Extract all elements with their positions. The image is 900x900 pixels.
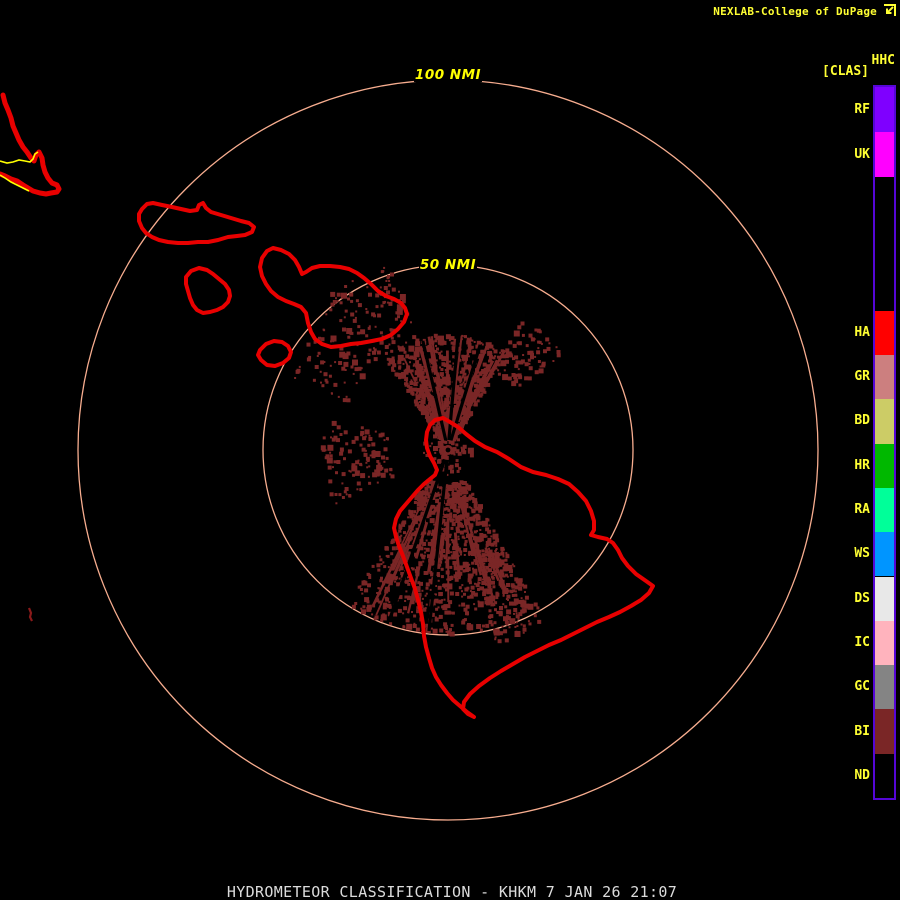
legend-label-gc: GC bbox=[854, 679, 870, 695]
coastline-layer bbox=[0, 92, 655, 719]
ring-label-50nmi-text: 50 NMI bbox=[420, 257, 476, 273]
legend-swatch-ra bbox=[875, 487, 894, 533]
legend-swatch-bi bbox=[875, 709, 894, 754]
legend-swatch-bd bbox=[875, 399, 894, 444]
oahu-boundary-2 bbox=[0, 174, 30, 192]
legend-swatch-uk bbox=[875, 132, 894, 178]
legend-label-nd: ND bbox=[854, 767, 870, 783]
legend-swatch-hr bbox=[875, 443, 894, 488]
ring-label-100nmi-text: 100 NMI bbox=[415, 67, 481, 83]
legend-swatch-nd bbox=[875, 753, 894, 798]
radar-map: 100 NMI 50 NMI bbox=[0, 67, 819, 821]
legend-label-bi: BI bbox=[854, 723, 870, 739]
island-maui bbox=[258, 246, 409, 349]
brand-link[interactable]: NEXLAB-College of DuPage bbox=[713, 5, 877, 18]
radar-echo-layer bbox=[294, 266, 561, 644]
legend-product-code: HHC bbox=[871, 53, 895, 68]
legend-label-rf: RF bbox=[854, 101, 870, 117]
radar-app-window: 100 NMI 50 NMI NEXLAB-College of DuPage … bbox=[0, 0, 900, 900]
coast-speck bbox=[27, 607, 33, 622]
legend-swatch-ha bbox=[875, 310, 894, 355]
island-oahu bbox=[0, 92, 62, 197]
legend-label-gr: GR bbox=[854, 369, 870, 385]
legend-swatch-gr bbox=[875, 355, 894, 400]
legend-label-hr: HR bbox=[854, 457, 870, 473]
legend-swatch-ws bbox=[875, 532, 894, 577]
ring-label-50nmi: 50 NMI bbox=[419, 257, 477, 273]
legend-swatch-rf bbox=[875, 87, 894, 133]
island-lanai bbox=[184, 266, 232, 315]
legend-label-ra: RA bbox=[854, 502, 870, 518]
ring-label-100nmi: 100 NMI bbox=[414, 67, 482, 83]
legend-label-ha: HA bbox=[854, 324, 870, 340]
legend-label-ws: WS bbox=[854, 546, 870, 562]
island-kahoolawe bbox=[256, 339, 293, 368]
external-link-icon[interactable] bbox=[881, 3, 897, 19]
legend-product-class: [CLAS] bbox=[822, 64, 869, 79]
legend-colorbar bbox=[873, 85, 896, 800]
legend-label-bd: BD bbox=[854, 413, 870, 429]
product-title: HYDROMETEOR CLASSIFICATION - KHKM 7 JAN … bbox=[226, 883, 678, 900]
legend-swatch-ic bbox=[875, 620, 894, 666]
legend-label-ds: DS bbox=[854, 590, 870, 606]
legend-swatch-gc bbox=[875, 665, 894, 710]
legend-swatch-ds bbox=[875, 576, 894, 621]
legend-label-uk: UK bbox=[854, 146, 870, 162]
legend-label-ic: IC bbox=[854, 634, 870, 650]
ring-label-layer: 100 NMI 50 NMI bbox=[414, 67, 482, 273]
island-hawaii-big-island bbox=[392, 416, 655, 719]
